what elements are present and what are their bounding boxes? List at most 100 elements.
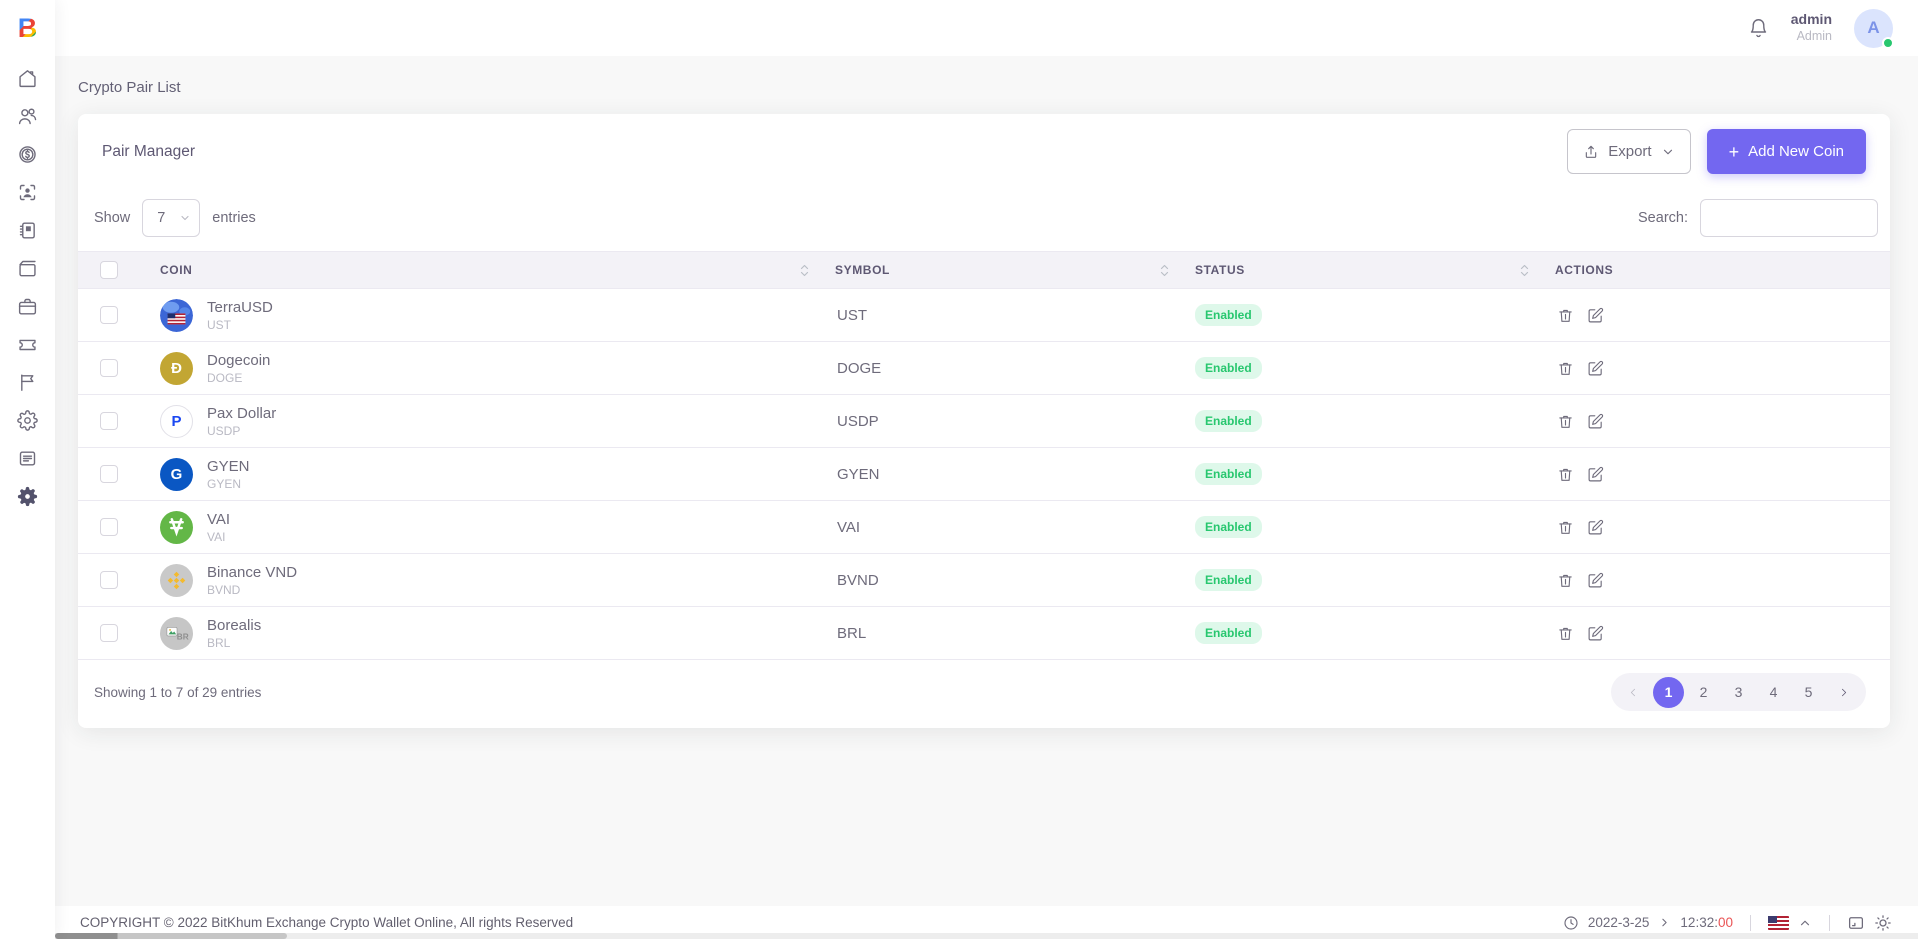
row-actions [1543,413,1890,430]
language-flag-icon[interactable] [1768,916,1789,930]
row-actions [1543,625,1890,642]
sidebar-item-tickets[interactable] [0,325,55,363]
sidebar-item-wallet[interactable] [0,249,55,287]
chevron-right-icon [1658,916,1671,929]
ticket-icon [17,334,38,355]
edit-icon[interactable] [1587,466,1604,483]
coin-name: GYEN [207,457,250,477]
coin-avatar: G [160,458,193,491]
horizontal-scrollbar[interactable] [55,933,1918,939]
chevron-down-icon [179,212,191,224]
scrollbar-thumb[interactable] [55,933,287,939]
export-button[interactable]: Export [1567,129,1690,174]
sort-icon [1160,264,1169,277]
edit-icon[interactable] [1587,307,1604,324]
card-title: Pair Manager [102,143,195,161]
pagination-page-4[interactable]: 4 [1758,677,1789,708]
edit-icon[interactable] [1587,413,1604,430]
edit-icon[interactable] [1587,360,1604,377]
show-label: Show [94,210,130,226]
user-menu[interactable]: admin Admin [1791,11,1832,44]
coin-name: VAI [207,510,230,530]
symbol-cell: GYEN [823,466,1183,483]
column-header-symbol[interactable]: SYMBOL [823,263,1183,277]
table-row: PPax DollarUSDPUSDPEnabled [78,395,1890,448]
delete-icon[interactable] [1557,572,1574,589]
sidebar-item-admin-settings[interactable] [0,477,55,515]
coin-avatar [160,564,193,597]
sidebar-item-currency[interactable] [0,135,55,173]
status-badge: Enabled [1195,516,1262,538]
delete-icon[interactable] [1557,519,1574,536]
row-actions [1543,572,1890,589]
add-new-coin-button[interactable]: + Add New Coin [1707,129,1866,174]
edit-icon[interactable] [1587,625,1604,642]
row-checkbox[interactable] [100,412,118,430]
pagination-page-5[interactable]: 5 [1793,677,1824,708]
edit-icon[interactable] [1587,519,1604,536]
chevron-down-icon [1661,145,1675,159]
coin-subtitle: VAI [207,530,230,544]
face-id-icon [17,182,38,203]
symbol-cell: BRL [823,625,1183,642]
light-mode-sun-icon[interactable] [1874,914,1892,932]
fullscreen-icon[interactable] [1847,914,1865,932]
sidebar-item-portfolio[interactable] [0,287,55,325]
flag-icon [17,372,38,393]
coin-name: Pax Dollar [207,404,276,424]
coin-avatar: Ð [160,352,193,385]
delete-icon[interactable] [1557,625,1574,642]
search-label: Search: [1638,210,1688,226]
row-checkbox[interactable] [100,518,118,536]
briefcase-icon [17,296,38,317]
sidebar-item-contacts[interactable] [0,211,55,249]
sidebar-item-users[interactable] [0,97,55,135]
pagination-next-icon[interactable] [1828,677,1859,708]
sidebar-item-reports[interactable] [0,363,55,401]
home-icon [17,68,38,89]
table-row: VAIVAIVAIEnabled [78,501,1890,554]
chevron-up-icon[interactable] [1798,916,1812,930]
sidebar: B [0,0,55,939]
delete-icon[interactable] [1557,466,1574,483]
pagination-page-2[interactable]: 2 [1688,677,1719,708]
select-all-checkbox[interactable] [100,261,118,279]
pagination-page-3[interactable]: 3 [1723,677,1754,708]
avatar[interactable]: A [1854,9,1893,48]
sidebar-item-dashboard[interactable] [0,59,55,97]
delete-icon[interactable] [1557,307,1574,324]
status-badge: Enabled [1195,569,1262,591]
row-checkbox[interactable] [100,571,118,589]
edit-icon[interactable] [1587,572,1604,589]
status-badge: Enabled [1195,622,1262,644]
sidebar-item-news[interactable] [0,439,55,477]
coin-subtitle: DOGE [207,371,270,385]
app-logo[interactable]: B [18,0,38,56]
sidebar-item-kyc[interactable] [0,173,55,211]
coin-avatar [160,299,193,332]
row-actions [1543,360,1890,377]
coin-dollar-icon [17,144,38,165]
pagination-prev-icon[interactable] [1618,677,1649,708]
table-row: TerraUSDUSTUSTEnabled [78,289,1890,342]
row-checkbox[interactable] [100,306,118,324]
column-header-coin[interactable]: COIN [148,263,823,277]
sort-icon [800,264,809,277]
page-size-select[interactable]: 7 [142,199,200,237]
delete-icon[interactable] [1557,360,1574,377]
table-header-row: COIN SYMBOL STATUS [78,251,1890,289]
pagination-page-1[interactable]: 1 [1653,677,1684,708]
column-header-status[interactable]: STATUS [1183,263,1543,277]
coin-subtitle: UST [207,318,273,332]
notifications-bell-icon[interactable] [1748,18,1769,39]
sidebar-item-settings[interactable] [0,401,55,439]
coin-subtitle: USDP [207,424,276,438]
row-checkbox[interactable] [100,359,118,377]
delete-icon[interactable] [1557,413,1574,430]
gear-solid-icon [17,486,38,507]
row-checkbox[interactable] [100,465,118,483]
notebook-icon [17,220,38,241]
search-input[interactable] [1700,199,1878,237]
row-checkbox[interactable] [100,624,118,642]
topbar: admin Admin A [55,0,1918,56]
